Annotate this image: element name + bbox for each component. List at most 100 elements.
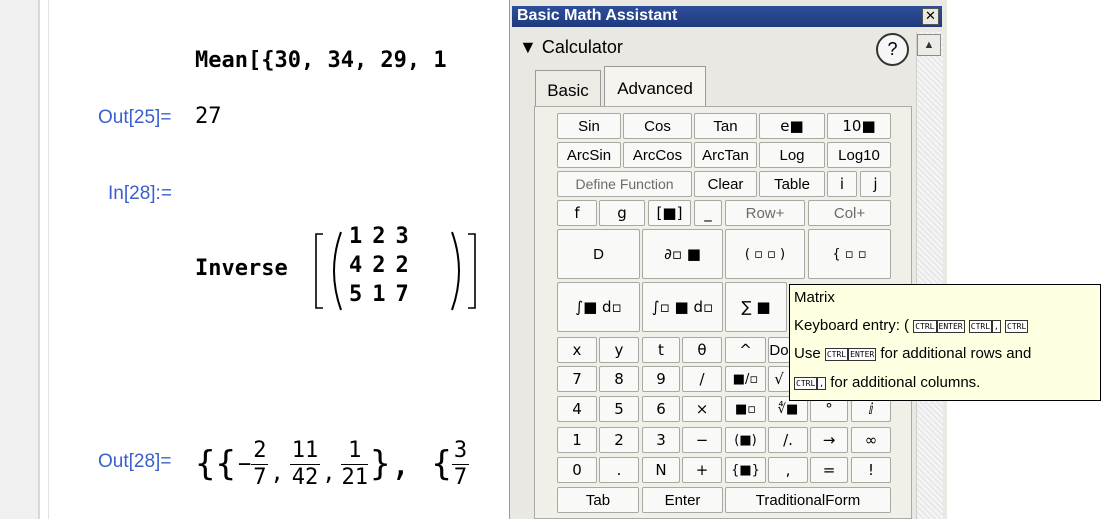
- matrix-cell: 3: [395, 224, 409, 249]
- comma-key-icon: ,: [817, 376, 827, 390]
- palette-title-bar[interactable]: Basic Math Assistant ✕: [512, 6, 942, 27]
- digit-6-button[interactable]: 6: [642, 396, 680, 422]
- partial-derivative-button[interactable]: ∂▫ ■: [642, 229, 723, 279]
- enter-key-button[interactable]: Enter: [642, 487, 723, 513]
- row-plus-button[interactable]: Row+: [725, 200, 805, 226]
- equals-button[interactable]: =: [810, 457, 848, 483]
- numerator: 3: [451, 437, 470, 465]
- tooltip-title: Matrix: [794, 289, 835, 306]
- ten-power-button[interactable]: 10■: [827, 113, 891, 139]
- inverse-function: Inverse: [195, 256, 288, 281]
- comma-button[interactable]: ,: [768, 457, 808, 483]
- table-button[interactable]: Table: [759, 171, 825, 197]
- arccos-button[interactable]: ArcCos: [623, 142, 692, 168]
- fraction: 27: [251, 437, 269, 491]
- out28-open-braces: {{: [195, 444, 236, 484]
- comma-key-icon: ,: [992, 319, 1001, 333]
- digit-9-button[interactable]: 9: [642, 366, 680, 392]
- notebook-margin: [0, 0, 38, 519]
- out28-separator: }, {: [369, 444, 452, 484]
- matrix-cell: 5: [349, 282, 363, 307]
- tooltip-columns-text: for additional columns.: [830, 374, 981, 391]
- caret-button[interactable]: ^: [725, 337, 766, 363]
- t-button[interactable]: t: [642, 337, 680, 363]
- traditional-form-button[interactable]: TraditionalForm: [725, 487, 891, 513]
- digit-2-button[interactable]: 2: [599, 427, 639, 453]
- tan-button[interactable]: Tan: [694, 113, 757, 139]
- tooltip-keyboard-entry: Keyboard entry: ( CTRL ENTER CTRL, CTRL: [794, 317, 1029, 334]
- digit-5-button[interactable]: 5: [599, 396, 639, 422]
- matrix-cell: 4: [349, 253, 363, 278]
- palette-scrollbar[interactable]: [916, 32, 943, 519]
- minus-button[interactable]: −: [682, 427, 722, 453]
- denominator: 42: [291, 464, 319, 490]
- piecewise-button[interactable]: { ▫ ▫: [808, 229, 891, 279]
- sqrt-button[interactable]: √: [768, 366, 790, 392]
- infinity-button[interactable]: ∞: [851, 427, 891, 453]
- e-power-button[interactable]: e■: [759, 113, 825, 139]
- calculator-section-toggle[interactable]: ▼ Calculator: [519, 37, 623, 58]
- denominator: 7: [253, 464, 267, 490]
- f-button[interactable]: f: [557, 200, 597, 226]
- tooltip-line1-text: Keyboard entry: (: [794, 317, 910, 334]
- braces-button[interactable]: {■}: [725, 457, 766, 483]
- factorial-button[interactable]: !: [851, 457, 891, 483]
- close-button[interactable]: ✕: [922, 8, 939, 25]
- x-button[interactable]: x: [557, 337, 597, 363]
- sum-button[interactable]: ∑ ■: [725, 282, 787, 332]
- col-plus-button[interactable]: Col+: [808, 200, 891, 226]
- y-button[interactable]: y: [599, 337, 639, 363]
- denominator: 21: [341, 464, 368, 490]
- matrix-button[interactable]: ( ▫ ▫ ): [725, 229, 805, 279]
- theta-button[interactable]: θ: [682, 337, 722, 363]
- times-button[interactable]: ×: [682, 396, 722, 422]
- digit-8-button[interactable]: 8: [599, 366, 639, 392]
- i-button[interactable]: i: [827, 171, 857, 197]
- g-button[interactable]: g: [599, 200, 645, 226]
- square-button[interactable]: ■▫: [725, 396, 766, 422]
- sin-button[interactable]: Sin: [557, 113, 621, 139]
- cos-button[interactable]: Cos: [623, 113, 692, 139]
- arcsin-button[interactable]: ArcSin: [557, 142, 621, 168]
- plus-button[interactable]: +: [682, 457, 722, 483]
- digit-3-button[interactable]: 3: [642, 427, 680, 453]
- integral-button[interactable]: ∫■ d▫: [557, 282, 640, 332]
- tab-basic[interactable]: Basic: [535, 70, 601, 110]
- matrix-cell: 2: [395, 253, 409, 278]
- mean-input-cell[interactable]: Mean[{30, 34, 29, 1: [195, 48, 447, 73]
- definite-integral-button[interactable]: ∫▫ ■ d▫: [642, 282, 723, 332]
- ctrl-key-icon: CTRL: [968, 319, 993, 333]
- log10-button[interactable]: Log10: [827, 142, 891, 168]
- tooltip-rows-text: for additional rows and: [880, 345, 1032, 362]
- paren-button[interactable]: (■): [725, 427, 766, 453]
- digit-1-button[interactable]: 1: [557, 427, 597, 453]
- bracket-button[interactable]: [■]: [648, 200, 691, 226]
- tab-key-button[interactable]: Tab: [557, 487, 639, 513]
- decimal-point-button[interactable]: .: [599, 457, 639, 483]
- fraction: 37: [451, 437, 470, 491]
- define-function-button[interactable]: Define Function: [557, 171, 692, 197]
- replace-all-button[interactable]: /.: [768, 427, 808, 453]
- clear-button[interactable]: Clear: [694, 171, 757, 197]
- digit-7-button[interactable]: 7: [557, 366, 597, 392]
- slash-button[interactable]: /: [682, 366, 722, 392]
- underscore-button[interactable]: _: [694, 200, 722, 226]
- notebook-cell-bracket: [38, 0, 40, 519]
- log-button[interactable]: Log: [759, 142, 825, 168]
- tooltip-use-text: Use: [794, 345, 821, 362]
- help-button[interactable]: ?: [876, 33, 909, 66]
- fraction-button[interactable]: ■/▫: [725, 366, 766, 392]
- scroll-up-button[interactable]: ▲: [917, 34, 941, 56]
- rule-arrow-button[interactable]: →: [810, 427, 848, 453]
- d-button[interactable]: D: [557, 229, 640, 279]
- digit-4-button[interactable]: 4: [557, 396, 597, 422]
- matrix-cell: 1: [372, 282, 386, 307]
- j-button[interactable]: j: [860, 171, 891, 197]
- do-button[interactable]: Do: [768, 337, 790, 363]
- out28-label: Out[28]=: [98, 451, 172, 472]
- tab-advanced[interactable]: Advanced: [604, 66, 706, 110]
- arctan-button[interactable]: ArcTan: [694, 142, 757, 168]
- numerator: 2: [251, 437, 269, 465]
- digit-0-button[interactable]: 0: [557, 457, 597, 483]
- n-button[interactable]: N: [642, 457, 680, 483]
